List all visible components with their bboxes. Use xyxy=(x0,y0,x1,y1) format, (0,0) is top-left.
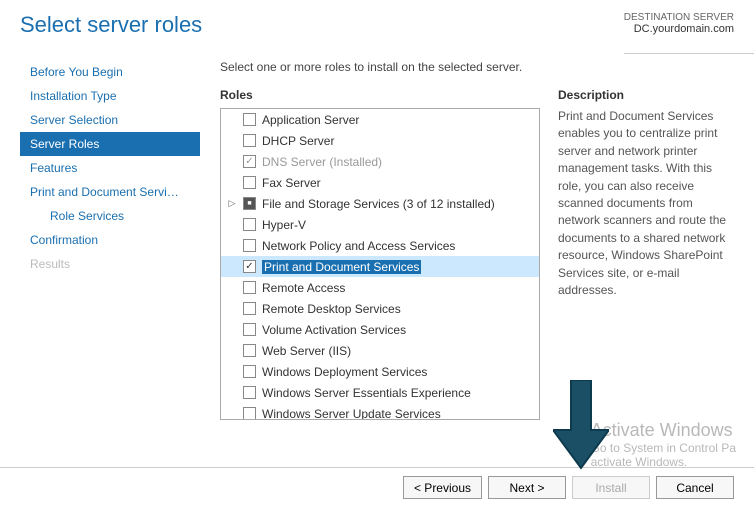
nav-item-5[interactable]: Print and Document Servi… xyxy=(20,180,200,204)
role-label: Windows Server Update Services xyxy=(262,407,441,421)
role-checkbox[interactable] xyxy=(243,281,256,294)
description-text: Print and Document Services enables you … xyxy=(558,108,734,299)
nav-item-8: Results xyxy=(20,252,200,276)
role-row[interactable]: Windows Server Update Services xyxy=(221,403,539,420)
role-row[interactable]: DNS Server (Installed) xyxy=(221,151,539,172)
role-label: Fax Server xyxy=(262,176,321,190)
role-row[interactable]: ▷ File and Storage Services (3 of 12 inst… xyxy=(221,193,539,214)
role-row[interactable]: Web Server (IIS) xyxy=(221,340,539,361)
nav-item-4[interactable]: Features xyxy=(20,156,200,180)
role-checkbox[interactable] xyxy=(243,386,256,399)
nav-item-7[interactable]: Confirmation xyxy=(20,228,200,252)
role-label: Application Server xyxy=(262,113,359,127)
nav-item-0[interactable]: Before You Begin xyxy=(20,60,200,84)
role-label: Remote Desktop Services xyxy=(262,302,401,316)
role-checkbox[interactable] xyxy=(243,218,256,231)
role-label: Network Policy and Access Services xyxy=(262,239,455,253)
destination-label: DESTINATION SERVER xyxy=(624,12,734,23)
previous-button[interactable]: < Previous xyxy=(403,476,482,499)
nav-item-2[interactable]: Server Selection xyxy=(20,108,200,132)
nav-item-3[interactable]: Server Roles xyxy=(20,132,200,156)
role-checkbox[interactable] xyxy=(243,176,256,189)
role-checkbox[interactable] xyxy=(243,113,256,126)
page-title: Select server roles xyxy=(20,12,202,38)
role-checkbox[interactable] xyxy=(243,260,256,273)
role-label: Web Server (IIS) xyxy=(262,344,351,358)
instruction-text: Select one or more roles to install on t… xyxy=(220,60,734,74)
roles-heading: Roles xyxy=(220,88,540,102)
role-row[interactable]: Application Server xyxy=(221,109,539,130)
role-checkbox[interactable] xyxy=(243,344,256,357)
role-label: DHCP Server xyxy=(262,134,334,148)
role-row[interactable]: Remote Access xyxy=(221,277,539,298)
expander-icon[interactable]: ▷ xyxy=(227,198,237,209)
role-row[interactable]: DHCP Server xyxy=(221,130,539,151)
wizard-nav: Before You BeginInstallation TypeServer … xyxy=(20,60,200,445)
role-checkbox[interactable] xyxy=(243,302,256,315)
role-row[interactable]: Remote Desktop Services xyxy=(221,298,539,319)
next-button[interactable]: Next > xyxy=(488,476,566,499)
role-checkbox[interactable] xyxy=(243,197,256,210)
nav-item-6[interactable]: Role Services xyxy=(20,204,200,228)
destination-block: DESTINATION SERVER DC.yourdomain.com xyxy=(624,12,734,35)
role-checkbox[interactable] xyxy=(243,323,256,336)
cancel-button[interactable]: Cancel xyxy=(656,476,734,499)
role-row[interactable]: Windows Deployment Services xyxy=(221,361,539,382)
description-heading: Description xyxy=(558,88,734,102)
role-checkbox[interactable] xyxy=(243,365,256,378)
install-button[interactable]: Install xyxy=(572,476,650,499)
role-row[interactable]: Hyper-V xyxy=(221,214,539,235)
destination-server: DC.yourdomain.com xyxy=(624,23,734,35)
role-label: Remote Access xyxy=(262,281,345,295)
role-label: Hyper-V xyxy=(262,218,306,232)
role-label: Volume Activation Services xyxy=(262,323,406,337)
role-label: Windows Deployment Services xyxy=(262,365,427,379)
role-checkbox[interactable] xyxy=(243,239,256,252)
roles-listbox[interactable]: Application Server DHCP Server DNS Server … xyxy=(220,108,540,420)
role-row[interactable]: Network Policy and Access Services xyxy=(221,235,539,256)
nav-item-1[interactable]: Installation Type xyxy=(20,84,200,108)
role-label: DNS Server (Installed) xyxy=(262,155,382,169)
role-checkbox[interactable] xyxy=(243,407,256,420)
role-label: Windows Server Essentials Experience xyxy=(262,386,471,400)
role-row[interactable]: Volume Activation Services xyxy=(221,319,539,340)
role-label: File and Storage Services (3 of 12 insta… xyxy=(262,197,495,211)
role-row[interactable]: Fax Server xyxy=(221,172,539,193)
wizard-footer: < Previous Next > Install Cancel xyxy=(0,467,754,509)
role-checkbox xyxy=(243,155,256,168)
role-row[interactable]: Windows Server Essentials Experience xyxy=(221,382,539,403)
role-row[interactable]: Print and Document Services xyxy=(221,256,539,277)
role-label: Print and Document Services xyxy=(262,260,421,274)
role-checkbox[interactable] xyxy=(243,134,256,147)
